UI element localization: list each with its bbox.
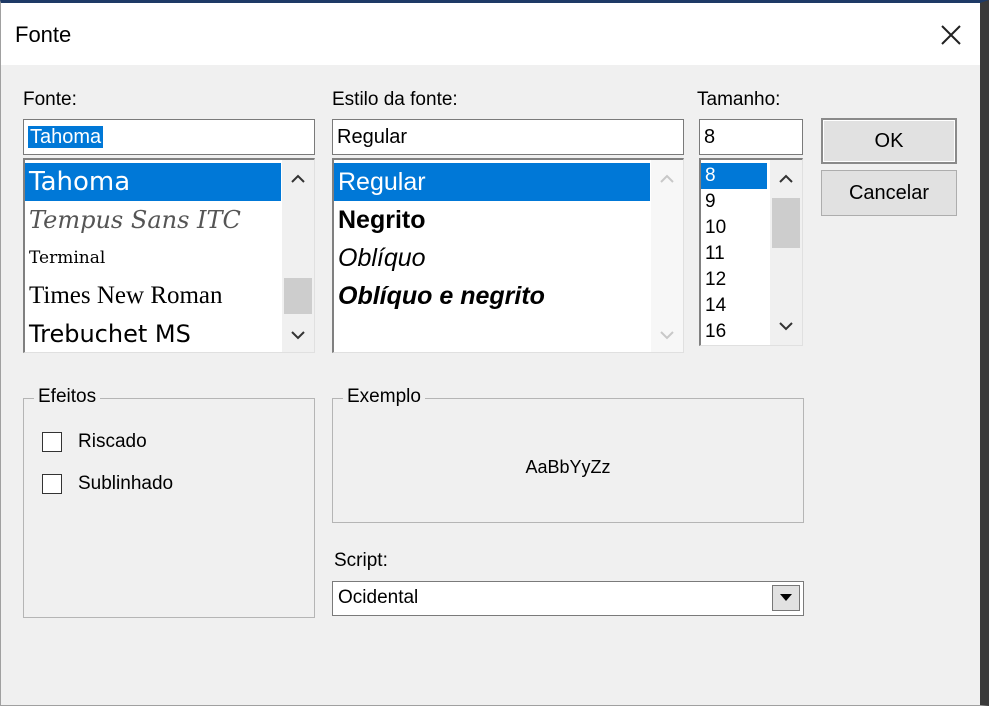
chevron-down-icon <box>779 322 793 331</box>
font-list-item-trebuchet[interactable]: Trebuchet MS <box>25 315 281 352</box>
script-dropdown-button[interactable] <box>772 585 800 611</box>
style-value: Regular <box>337 126 408 148</box>
size-value: 8 <box>704 126 716 148</box>
style-list-item-italic[interactable]: Oblíquo <box>334 239 650 277</box>
size-list-item[interactable]: 16 <box>701 319 767 345</box>
font-list-item-times[interactable]: Times New Roman <box>25 277 281 315</box>
size-list-item[interactable]: 8 <box>701 163 767 189</box>
size-list-item[interactable]: 12 <box>701 267 767 293</box>
size-list-item[interactable]: 11 <box>701 241 767 267</box>
size-input[interactable]: 8 <box>699 119 803 155</box>
scroll-up-button[interactable] <box>282 166 314 192</box>
size-scroll-down-button[interactable] <box>770 313 802 339</box>
dialog-title: Fonte <box>15 22 72 47</box>
size-list-scrollbar[interactable] <box>770 160 802 345</box>
font-dialog: Fonte Fonte: Tahoma Tahoma Tempus Sans I… <box>0 0 989 706</box>
size-list-item[interactable]: 9 <box>701 189 767 215</box>
size-list-item[interactable]: 10 <box>701 215 767 241</box>
font-name-input[interactable]: Tahoma <box>23 119 315 155</box>
chevron-up-icon <box>660 174 674 183</box>
script-select[interactable]: Ocidental <box>332 581 804 616</box>
style-scroll-up-button <box>651 166 683 192</box>
chevron-down-icon <box>660 331 674 340</box>
style-input[interactable]: Regular <box>332 119 684 155</box>
size-list-item[interactable]: 14 <box>701 293 767 319</box>
checkbox-box <box>42 474 62 494</box>
font-list-scrollbar[interactable] <box>282 160 314 352</box>
sample-group: Exemplo AaBbYyZz <box>332 386 804 523</box>
title-bar: Fonte <box>1 3 980 65</box>
font-label: Fonte: <box>23 89 77 110</box>
font-list-item-terminal[interactable]: Terminal <box>25 239 281 277</box>
style-list[interactable]: Regular Negrito Oblíquo Oblíquo e negrit… <box>332 158 684 353</box>
cancel-button[interactable]: Cancelar <box>821 170 957 216</box>
style-list-item-bold-italic[interactable]: Oblíquo e negrito <box>334 277 650 315</box>
style-list-item-regular[interactable]: Regular <box>334 163 650 201</box>
dropdown-arrow-icon <box>780 594 792 601</box>
style-list-scrollbar <box>651 160 683 352</box>
underline-label: Sublinhado <box>78 473 174 494</box>
strikeout-checkbox[interactable]: Riscado <box>42 431 147 453</box>
size-scroll-up-button[interactable] <box>770 166 802 192</box>
sample-legend: Exemplo <box>343 386 425 408</box>
size-scroll-thumb[interactable] <box>772 198 800 248</box>
effects-group: Efeitos Riscado Sublinhado <box>23 386 315 618</box>
strikeout-label: Riscado <box>78 431 147 452</box>
font-list-item-tahoma[interactable]: Tahoma <box>25 163 281 201</box>
close-button[interactable] <box>929 15 973 55</box>
script-label: Script: <box>334 550 388 571</box>
size-label: Tamanho: <box>697 89 781 110</box>
checkbox-box <box>42 432 62 452</box>
ok-button[interactable]: OK <box>821 118 957 164</box>
style-list-item-bold[interactable]: Negrito <box>334 201 650 239</box>
style-scroll-down-button <box>651 322 683 348</box>
chevron-up-icon <box>779 174 793 183</box>
chevron-down-icon <box>291 331 305 340</box>
font-name-value: Tahoma <box>28 126 104 148</box>
size-list[interactable]: 8 9 10 11 12 14 16 <box>699 158 803 346</box>
scroll-down-button[interactable] <box>282 322 314 348</box>
effects-legend: Efeitos <box>34 386 101 408</box>
underline-checkbox[interactable]: Sublinhado <box>42 473 173 495</box>
font-list-item-tempus[interactable]: Tempus Sans ITC <box>25 201 281 239</box>
sample-text: AaBbYyZz <box>525 457 611 477</box>
script-value: Ocidental <box>338 587 419 608</box>
close-icon <box>941 25 961 45</box>
style-label: Estilo da fonte: <box>332 89 458 110</box>
font-list[interactable]: Tahoma Tempus Sans ITC Terminal Times Ne… <box>23 158 315 353</box>
scroll-thumb[interactable] <box>284 278 312 314</box>
chevron-up-icon <box>291 174 305 183</box>
